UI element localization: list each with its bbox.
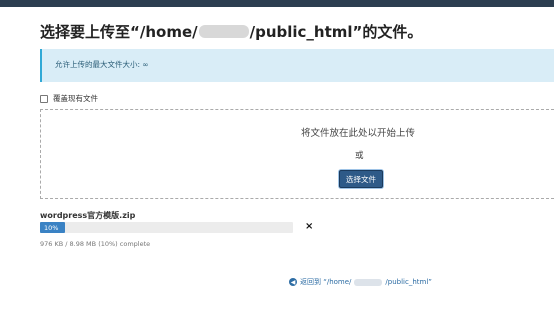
overwrite-label: 覆盖现有文件 [53, 94, 98, 103]
title-suffix: /public_html”的文件。 [249, 23, 423, 41]
max-size-text: 允许上传的最大文件大小: ∞ [55, 60, 149, 69]
upload-status: 976 KB / 8.98 MB (10%) complete [40, 240, 151, 248]
drop-hint: 将文件放在此处以开始上传 [301, 128, 416, 139]
redacted-username-link [354, 278, 383, 286]
max-size-banner: 允许上传的最大文件大小: ∞ [40, 49, 554, 82]
upload-filename: wordpress官方模版.zip [40, 211, 136, 220]
page-title: 选择要上传至“/home/ /public_html”的文件。 [40, 21, 422, 42]
redacted-username [198, 25, 249, 38]
cancel-upload-icon[interactable]: × [305, 221, 313, 232]
back-link-suffix: /public_html” [385, 278, 432, 286]
select-file-button[interactable]: 选择文件 [339, 170, 383, 188]
back-link[interactable]: ◀ 返回到 “/home/ /public_html” [289, 277, 432, 287]
title-prefix: 选择要上传至“/home/ [40, 23, 198, 41]
drop-zone[interactable]: 将文件放在此处以开始上传 或 选择文件 [40, 109, 554, 199]
overwrite-option[interactable]: 覆盖现有文件 [40, 93, 98, 104]
arrow-left-circle-icon: ◀ [289, 278, 297, 286]
overwrite-checkbox[interactable] [40, 94, 48, 103]
upload-progress-fill: 10% [40, 222, 66, 233]
top-bar [0, 0, 554, 7]
back-link-prefix: 返回到 “/home/ [300, 278, 352, 286]
or-text: 或 [355, 151, 364, 161]
upload-progress-bar: 10% [40, 222, 293, 233]
